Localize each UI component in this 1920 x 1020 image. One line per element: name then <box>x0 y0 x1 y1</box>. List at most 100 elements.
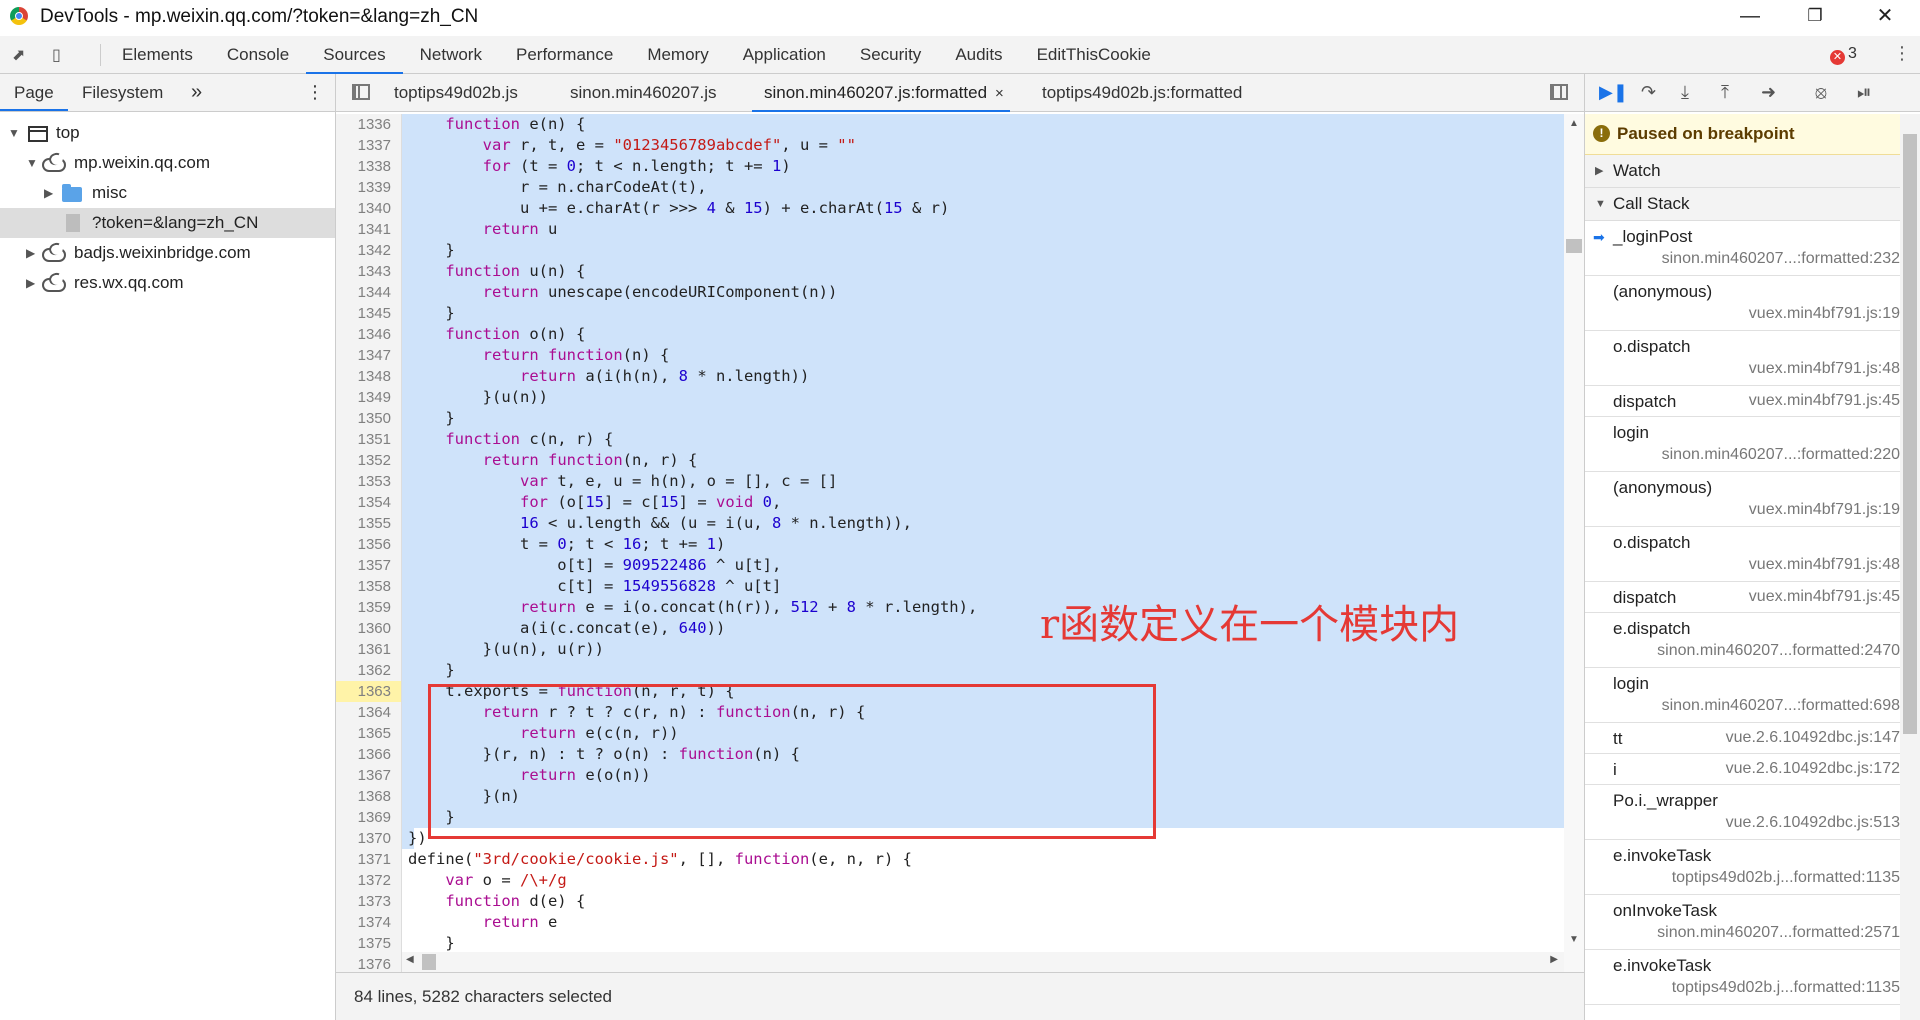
close-tab-icon[interactable]: × <box>995 85 1004 102</box>
line-number[interactable]: 1359 <box>336 597 401 618</box>
call-stack-frame[interactable]: e.dispatch sinon.min460207...formatted:24… <box>1585 613 1900 668</box>
line-number[interactable]: 1373 <box>336 891 401 912</box>
frame-location[interactable]: vue.2.6.10492dbc.js:513 <box>1726 814 1900 832</box>
frame-location[interactable]: sinon.min460207...:formatted:698 <box>1662 697 1900 715</box>
deactivate-breakpoints-icon[interactable]: ⦻ <box>1815 82 1827 103</box>
line-number[interactable]: 1336 <box>336 114 401 135</box>
line-number[interactable]: 1347 <box>336 345 401 366</box>
resume-icon[interactable]: ▶❚ <box>1599 82 1628 103</box>
error-count-badge[interactable]: ✕ 3 <box>1830 45 1857 65</box>
tab-security[interactable]: Security <box>843 36 938 73</box>
call-stack-frame[interactable]: (anonymous) vuex.min4bf791.js:19 <box>1585 472 1900 527</box>
line-number[interactable]: 1375 <box>336 933 401 954</box>
expanded-arrow-icon[interactable]: ▼ <box>26 148 38 178</box>
line-number[interactable]: 1360 <box>336 618 401 639</box>
line-number[interactable]: 1371 <box>336 849 401 870</box>
editor-tab-sinon-formatted[interactable]: sinon.min460207.js:formatted × <box>752 74 1010 112</box>
tab-application[interactable]: Application <box>726 36 843 73</box>
line-number[interactable]: 1372 <box>336 870 401 891</box>
line-number[interactable]: 1356 <box>336 534 401 555</box>
scroll-thumb[interactable] <box>422 954 436 970</box>
tree-item-top[interactable]: ▼ top <box>0 118 335 148</box>
tab-sources[interactable]: Sources <box>306 36 404 74</box>
line-number[interactable]: 1348 <box>336 366 401 387</box>
line-number[interactable]: 1343 <box>336 261 401 282</box>
scroll-thumb[interactable] <box>1903 134 1917 734</box>
current-execution-line-number[interactable]: 1363 <box>336 681 401 702</box>
call-stack-frame[interactable]: i vue.2.6.10492dbc.js:172 <box>1585 754 1900 785</box>
frame-location[interactable]: toptips49d02b.j...formatted:1135 <box>1672 869 1900 887</box>
scroll-down-icon[interactable]: ▼ <box>1569 934 1579 945</box>
line-number[interactable]: 1337 <box>336 135 401 156</box>
line-number[interactable]: 1367 <box>336 765 401 786</box>
call-stack-frame[interactable]: o.dispatch vuex.min4bf791.js:48 <box>1585 331 1900 386</box>
call-stack-frame[interactable]: dispatch vuex.min4bf791.js:45 <box>1585 582 1900 613</box>
line-number[interactable]: 1370 <box>336 828 401 849</box>
line-number[interactable]: 1374 <box>336 912 401 933</box>
line-number[interactable]: 1352 <box>336 450 401 471</box>
line-number[interactable]: 1341 <box>336 219 401 240</box>
step-out-icon[interactable]: ⤒ <box>1721 82 1729 103</box>
device-toolbar-icon[interactable]: ▯ <box>52 45 74 65</box>
call-stack-frame[interactable]: o.dispatch vuex.min4bf791.js:48 <box>1585 527 1900 582</box>
editor-tab-toptips-formatted[interactable]: toptips49d02b.js:formatted <box>1042 74 1242 111</box>
navigator-menu-icon[interactable]: ⋮ <box>306 74 324 111</box>
line-number[interactable]: 1349 <box>336 387 401 408</box>
collapsed-arrow-icon[interactable]: ▶ <box>26 238 35 268</box>
tab-editthiscookie[interactable]: EditThisCookie <box>1020 36 1168 73</box>
call-stack-frame[interactable]: tt vue.2.6.10492dbc.js:147 <box>1585 723 1900 754</box>
line-number[interactable]: 1338 <box>336 156 401 177</box>
tab-elements[interactable]: Elements <box>105 36 210 73</box>
tree-item-misc[interactable]: ▶ misc <box>0 178 335 208</box>
line-number[interactable]: 1355 <box>336 513 401 534</box>
collapsed-arrow-icon[interactable]: ▶ <box>44 178 53 208</box>
line-number[interactable]: 1350 <box>336 408 401 429</box>
editor-tab-toptips[interactable]: toptips49d02b.js <box>394 74 518 111</box>
call-stack-frame[interactable]: login sinon.min460207...:formatted:698 <box>1585 668 1900 723</box>
call-stack-frame[interactable]: e.invokeTask toptips49d02b.j...formatted:… <box>1585 840 1900 895</box>
frame-location[interactable]: vue.2.6.10492dbc.js:147 <box>1726 729 1900 747</box>
call-stack-frame[interactable]: login sinon.min460207...:formatted:220 <box>1585 417 1900 472</box>
call-stack-frame[interactable]: onInvokeTask sinon.min460207...formatted:… <box>1585 895 1900 950</box>
tab-memory[interactable]: Memory <box>630 36 725 73</box>
tree-item-mp-weixin[interactable]: ▼ mp.weixin.qq.com <box>0 148 335 178</box>
frame-location[interactable]: sinon.min460207...formatted:2470 <box>1657 642 1900 660</box>
inspect-element-icon[interactable]: ⬈ <box>12 45 34 65</box>
line-number[interactable]: 1346 <box>336 324 401 345</box>
frame-location[interactable]: vuex.min4bf791.js:45 <box>1749 392 1900 410</box>
frame-location[interactable]: vuex.min4bf791.js:19 <box>1749 305 1900 323</box>
tab-network[interactable]: Network <box>403 36 499 73</box>
frame-location[interactable]: vuex.min4bf791.js:48 <box>1749 360 1900 378</box>
line-number[interactable]: 1362 <box>336 660 401 681</box>
call-stack-frame[interactable]: ➡ _loginPost sinon.min460207...:formatted:… <box>1585 221 1900 276</box>
line-number[interactable]: 1368 <box>336 786 401 807</box>
code-area[interactable]: 1336 1337 1338 1339 1340 1341 1342 1343 1344 1345… <box>336 114 1584 972</box>
tree-item-badjs[interactable]: ▶ badjs.weixinbridge.com <box>0 238 335 268</box>
frame-location[interactable]: vuex.min4bf791.js:19 <box>1749 501 1900 519</box>
line-number[interactable]: 1365 <box>336 723 401 744</box>
tree-item-document[interactable]: ?token=&lang=zh_CN <box>0 208 335 238</box>
call-stack-frame[interactable]: e.invokeTask toptips49d02b.j...formatted:… <box>1585 950 1900 1005</box>
maximize-button[interactable]: ❐ <box>1785 0 1845 32</box>
frame-location[interactable]: vuex.min4bf791.js:45 <box>1749 588 1900 606</box>
watch-section-header[interactable]: ▶ Watch <box>1585 155 1900 188</box>
step-icon[interactable]: ➜ <box>1761 82 1776 103</box>
tab-console[interactable]: Console <box>210 36 306 73</box>
tree-item-res-wx[interactable]: ▶ res.wx.qq.com <box>0 268 335 298</box>
minimize-button[interactable]: — <box>1720 0 1780 32</box>
frame-location[interactable]: vuex.min4bf791.js:48 <box>1749 556 1900 574</box>
nav-tab-page[interactable]: Page <box>0 74 68 111</box>
line-number[interactable]: 1339 <box>336 177 401 198</box>
line-number[interactable]: 1345 <box>336 303 401 324</box>
toggle-debugger-icon[interactable] <box>1550 84 1568 100</box>
vertical-scrollbar[interactable]: ▲ ▼ <box>1564 114 1584 972</box>
call-stack-frame[interactable]: (anonymous) vuex.min4bf791.js:19 <box>1585 276 1900 331</box>
frame-location[interactable]: toptips49d02b.j...formatted:1135 <box>1672 979 1900 997</box>
line-number[interactable]: 1342 <box>336 240 401 261</box>
frame-location[interactable]: sinon.min460207...formatted:2571 <box>1657 924 1900 942</box>
frame-location[interactable]: sinon.min460207...:formatted:232 <box>1662 250 1900 268</box>
scroll-left-icon[interactable]: ◀ <box>406 954 414 965</box>
call-stack-frame[interactable]: dispatch vuex.min4bf791.js:45 <box>1585 386 1900 417</box>
call-stack-frame[interactable]: Po.i._wrapper vue.2.6.10492dbc.js:513 <box>1585 785 1900 840</box>
call-stack-section-header[interactable]: ▼ Call Stack <box>1585 188 1900 221</box>
